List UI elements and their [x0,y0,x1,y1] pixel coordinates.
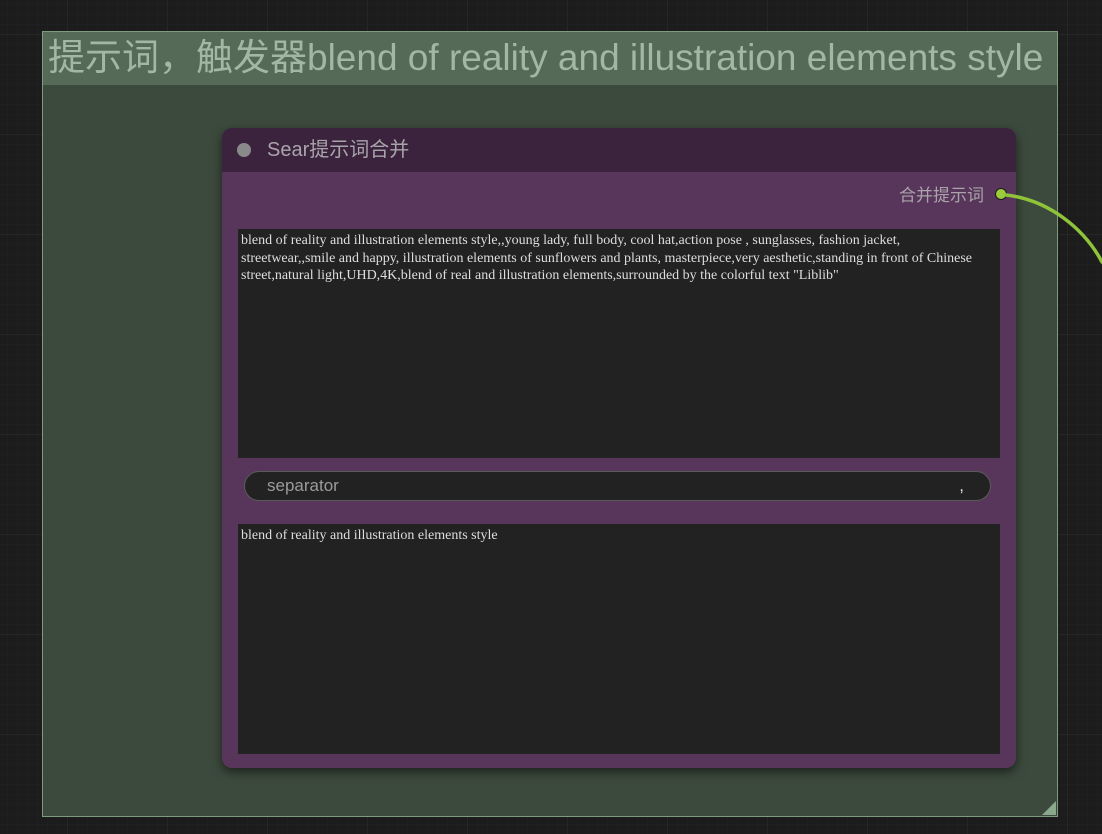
output-port-icon[interactable] [995,188,1007,200]
resize-handle-icon[interactable] [1042,801,1056,815]
prompt-merge-node[interactable]: Sear提示词合并 合并提示词 blend of reality and ill… [222,128,1016,768]
separator-input[interactable]: separator , [244,471,991,501]
group-title[interactable]: 提示词，触发器blend of reality and illustration… [48,36,1043,80]
node-collapse-dot-icon[interactable] [237,143,251,157]
prompt-textarea-2[interactable]: blend of reality and illustration elemen… [238,524,1000,754]
output-label: 合并提示词 [899,186,984,205]
group-header[interactable]: 提示词，触发器blend of reality and illustration… [43,32,1057,85]
node-header[interactable]: Sear提示词合并 [222,128,1016,172]
separator-label: separator [267,476,339,495]
separator-value: , [959,476,964,495]
prompt-textarea-1[interactable]: blend of reality and illustration elemen… [238,229,1000,458]
node-title: Sear提示词合并 [267,139,410,161]
